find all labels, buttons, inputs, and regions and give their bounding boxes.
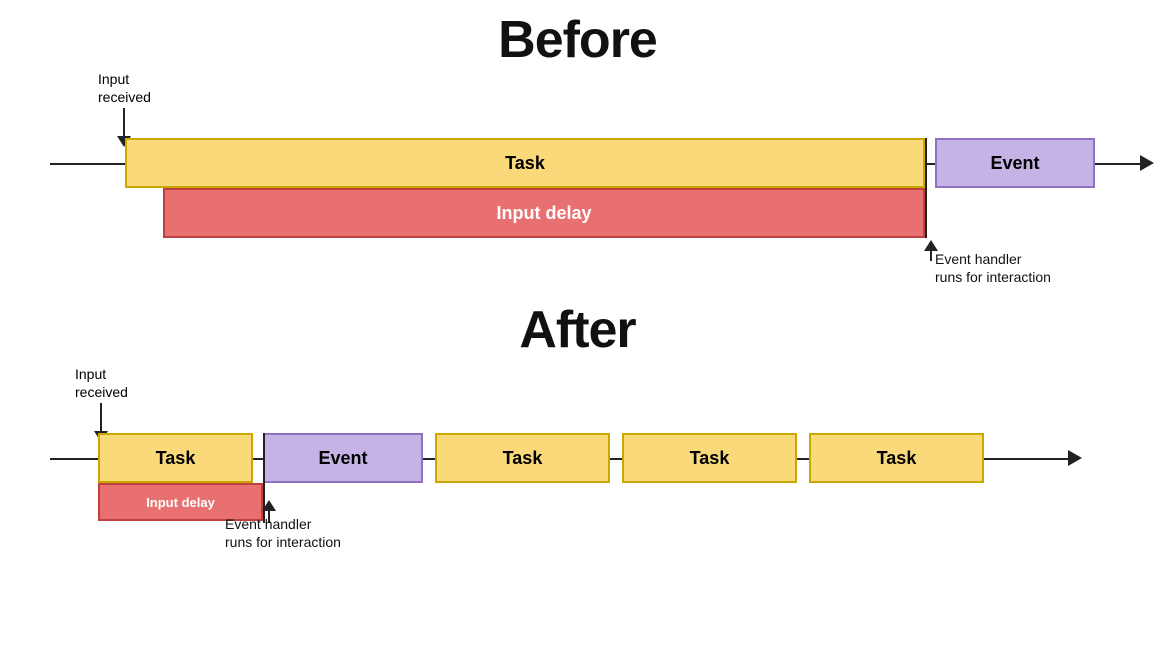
before-input-delay-block: Input delay	[163, 188, 925, 238]
before-title: Before	[498, 11, 657, 69]
after-event-handler-label: Event handlerruns for interaction	[225, 515, 341, 551]
diagram-container: Before Inputreceived Task Event	[0, 0, 1155, 647]
after-section: After Inputreceived Task Event Task	[20, 300, 1135, 610]
before-timeline-line-left	[50, 163, 125, 165]
after-task4-block: Task	[809, 433, 984, 483]
before-event-block: Event	[935, 138, 1095, 188]
before-timeline-arrow	[1140, 155, 1154, 171]
after-input-received-label: Inputreceived	[75, 365, 128, 401]
after-event-block: Event	[263, 433, 423, 483]
after-solid-line	[263, 433, 265, 523]
after-timeline-arrow	[1068, 450, 1082, 466]
before-timeline-line-right	[1095, 163, 1145, 165]
after-line-2	[423, 458, 435, 460]
after-title: After	[519, 301, 635, 359]
after-line-5	[984, 458, 1074, 460]
before-section: Before Inputreceived Task Event	[20, 10, 1135, 300]
after-line-1	[253, 458, 263, 460]
after-line-3	[610, 458, 622, 460]
before-input-received-label: Inputreceived	[98, 70, 151, 106]
after-task2-block: Task	[435, 433, 610, 483]
after-line-4	[797, 458, 809, 460]
after-task1-block: Task	[98, 433, 253, 483]
before-task-block: Task	[125, 138, 925, 188]
before-event-handler-label: Event handlerruns for interaction	[935, 250, 1051, 286]
after-timeline-line-left	[50, 458, 98, 460]
before-solid-line	[925, 138, 927, 238]
after-task3-block: Task	[622, 433, 797, 483]
